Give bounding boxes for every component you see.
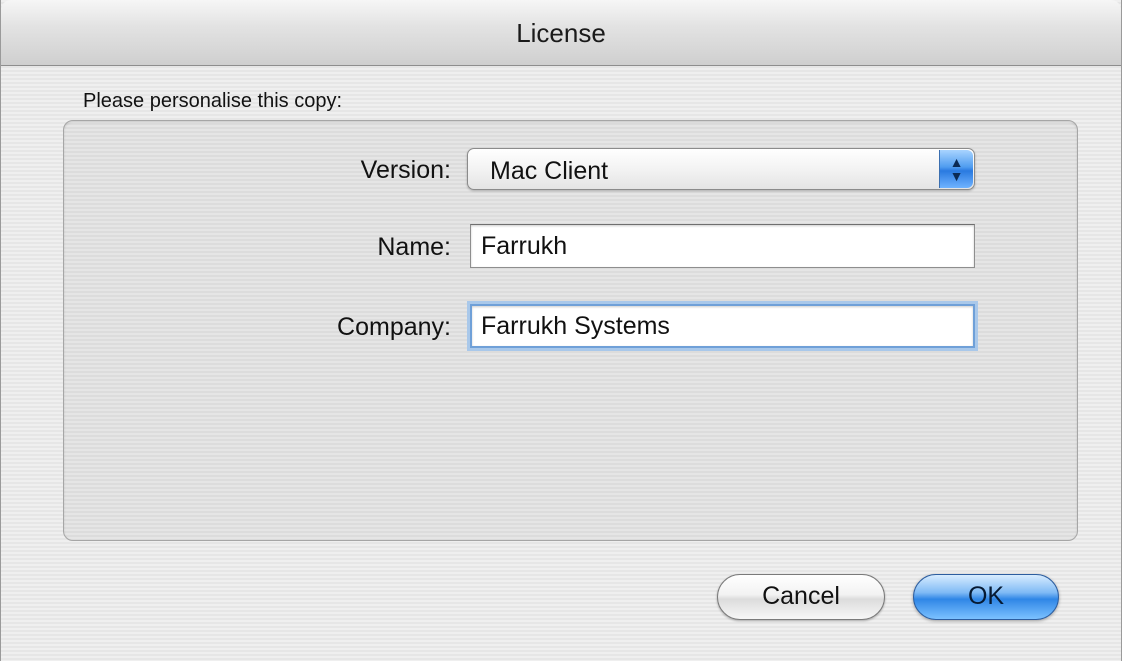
cancel-button[interactable]: Cancel (717, 574, 885, 620)
title-bar[interactable]: License (1, 0, 1121, 66)
name-field[interactable] (470, 224, 975, 268)
version-selected-value: Mac Client (490, 157, 609, 185)
name-label: Name: (377, 233, 451, 261)
version-popup[interactable]: Mac Client ▲ ▼ (467, 148, 975, 190)
updown-arrows-icon: ▲ ▼ (939, 150, 973, 188)
window-title: License (516, 18, 606, 48)
version-label: Version: (360, 156, 451, 184)
license-dialog: License Please personalise this copy: Ve… (0, 0, 1122, 661)
company-label: Company: (337, 313, 451, 341)
ok-button[interactable]: OK (913, 574, 1059, 620)
company-field[interactable] (470, 304, 975, 348)
personalise-prompt: Please personalise this copy: (83, 90, 343, 112)
